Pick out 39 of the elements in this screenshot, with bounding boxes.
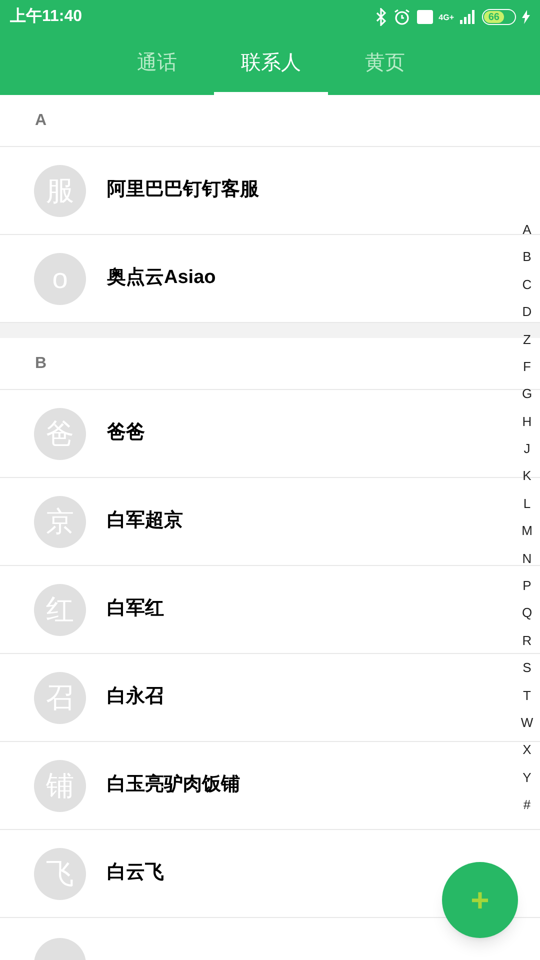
contact-name[interactable]: 阿里巴巴钉钉客服 [107,176,259,205]
index-letter[interactable]: L [523,490,531,518]
alarm-icon [392,8,411,26]
index-letter[interactable]: X [522,736,532,764]
index-letter[interactable]: Z [523,326,531,353]
contact-name[interactable]: 白云飞 [107,859,164,888]
contact-name[interactable]: 白永召 [107,683,164,712]
index-letter[interactable]: D [522,298,532,326]
signal-icon [460,10,476,24]
section-letter: B [35,354,47,374]
index-letter[interactable]: A [522,216,532,244]
index-letter[interactable]: N [522,544,532,572]
section-letter: A [35,110,47,130]
contact-name[interactable]: 奥点云Asiao [107,264,216,293]
index-letter[interactable]: H [522,408,532,436]
index-letter[interactable]: R [522,626,532,654]
index-letter[interactable]: Q [522,599,532,627]
index-letter[interactable]: C [522,270,532,298]
index-letter[interactable]: K [522,462,532,490]
index-letter[interactable]: T [523,682,531,710]
contact-name[interactable]: 白军红 [107,595,164,624]
network-label: 4G+ [438,14,454,22]
index-letter[interactable]: G [522,380,532,408]
contact-name[interactable]: 白玉亮驴肉饭铺 [107,771,240,800]
contact-name[interactable]: 白军超京 [107,507,183,536]
index-letter[interactable]: B [522,243,532,271]
bluetooth-icon [374,8,387,26]
charging-icon [522,10,530,24]
status-time: 上午11:40 [10,6,82,27]
contact-name[interactable]: 爸爸 [107,419,145,448]
index-letter[interactable]: M [522,517,532,545]
index-letter[interactable]: W [520,709,534,736]
index-letter[interactable]: Y [522,764,532,792]
battery-icon: 66 [482,9,516,25]
index-letter[interactable]: # [523,791,531,819]
index-letter[interactable]: J [524,435,530,463]
index-letter[interactable]: F [523,352,531,380]
index-letter[interactable]: S [522,654,532,682]
index-letter[interactable]: P [522,572,532,600]
